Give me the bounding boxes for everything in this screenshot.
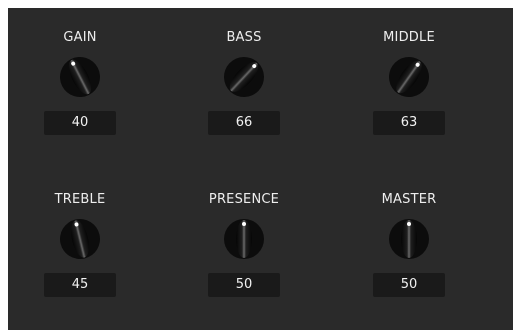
presence-knob[interactable]: [222, 217, 266, 261]
middle-value[interactable]: 63: [373, 111, 445, 135]
treble-value[interactable]: 45: [44, 273, 116, 297]
master-value[interactable]: 50: [373, 273, 445, 297]
middle-control: MIDDLE 63: [359, 30, 459, 150]
rotary-knob-icon: [60, 219, 100, 259]
knob-indicator-dot: [242, 222, 246, 226]
amp-controls-panel: GAIN 40 BASS 66 MIDDLE 63 TREBLE 45 PRES…: [8, 8, 513, 330]
master-label: MASTER: [381, 192, 437, 207]
middle-label: MIDDLE: [383, 30, 435, 45]
presence-label: PRESENCE: [208, 192, 280, 207]
presence-value[interactable]: 50: [208, 273, 280, 297]
bass-knob[interactable]: [222, 55, 266, 99]
rotary-knob-icon: [389, 57, 429, 97]
bass-label: BASS: [226, 30, 262, 45]
bass-value[interactable]: 66: [208, 111, 280, 135]
treble-knob[interactable]: [58, 217, 102, 261]
rotary-knob-icon: [224, 219, 264, 259]
master-knob[interactable]: [387, 217, 431, 261]
gain-label: GAIN: [63, 30, 97, 45]
presence-control: PRESENCE 50: [194, 192, 294, 312]
knob-indicator-dot: [407, 222, 411, 226]
rotary-knob-icon: [389, 219, 429, 259]
bass-control: BASS 66: [194, 30, 294, 150]
gain-value[interactable]: 40: [44, 111, 116, 135]
treble-control: TREBLE 45: [30, 192, 130, 312]
rotary-knob-icon: [60, 57, 100, 97]
master-control: MASTER 50: [359, 192, 459, 312]
rotary-knob-icon: [224, 57, 264, 97]
treble-label: TREBLE: [54, 192, 106, 207]
gain-control: GAIN 40: [30, 30, 130, 150]
gain-knob[interactable]: [58, 55, 102, 99]
middle-knob[interactable]: [387, 55, 431, 99]
